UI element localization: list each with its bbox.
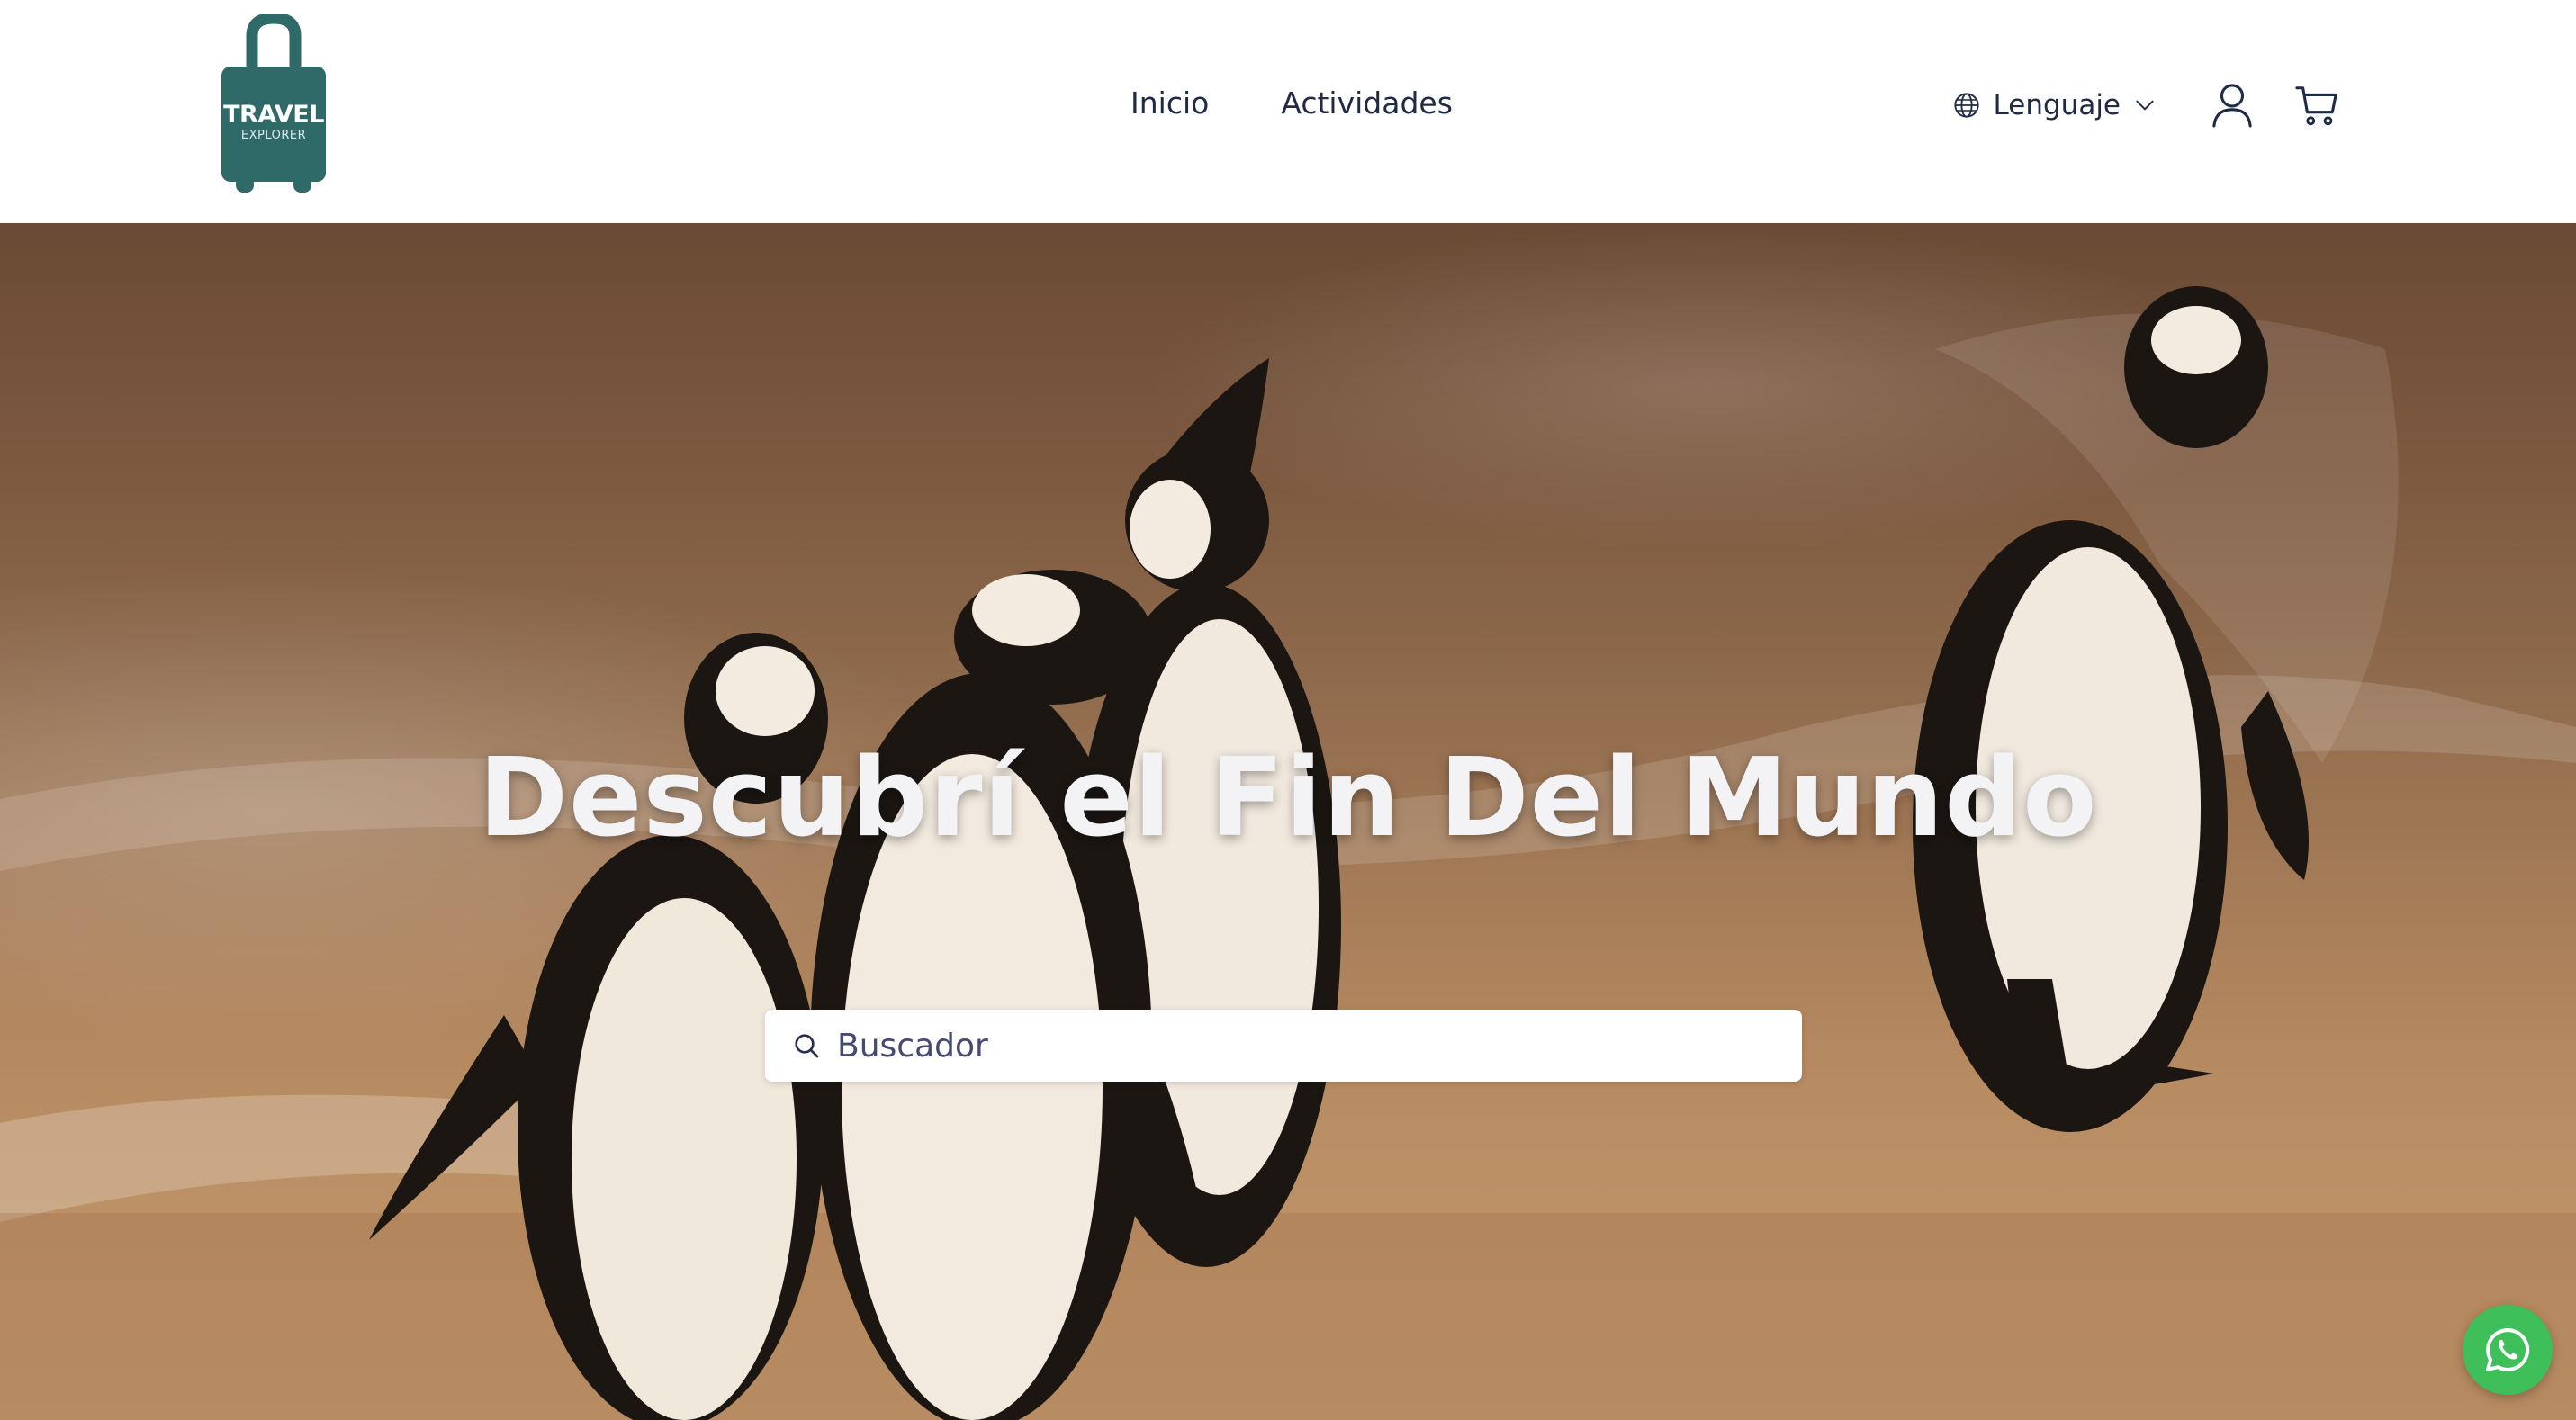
nav-link-actividades[interactable]: Actividades: [1281, 81, 1453, 126]
cart-icon: [2295, 86, 2337, 126]
main-nav: Inicio Actividades: [1130, 81, 1453, 126]
whatsapp-button[interactable]: [2463, 1305, 2553, 1395]
search-icon: [795, 1034, 819, 1058]
user-icon: [2212, 84, 2252, 128]
search-input[interactable]: [835, 1019, 1771, 1073]
search-bar[interactable]: [765, 1010, 1802, 1082]
language-selector[interactable]: Lenguaje: [1952, 89, 2157, 121]
nav-link-inicio[interactable]: Inicio: [1130, 81, 1209, 126]
logo[interactable]: TRAVEL EXPLORER: [220, 14, 328, 194]
whatsapp-icon: [2486, 1328, 2530, 1371]
language-label: Lenguaje: [1993, 89, 2121, 121]
logo-subtitle: EXPLORER: [240, 129, 307, 142]
chevron-down-icon: [2136, 100, 2154, 111]
header-actions: Lenguaje: [1952, 74, 2344, 137]
globe-icon: [1953, 93, 1979, 118]
logo-title: TRAVEL: [223, 101, 324, 129]
page: TRAVEL EXPLORER Inicio Actividades Lengu…: [0, 0, 2576, 1420]
hero-banner: Descubrí el Fin Del Mundo: [0, 223, 2576, 1420]
hero-title: Descubrí el Fin Del Mundo: [478, 736, 2098, 861]
site-header: TRAVEL EXPLORER Inicio Actividades Lengu…: [0, 0, 2576, 223]
cart-button[interactable]: [2290, 78, 2344, 132]
user-account-button[interactable]: [2205, 78, 2259, 132]
